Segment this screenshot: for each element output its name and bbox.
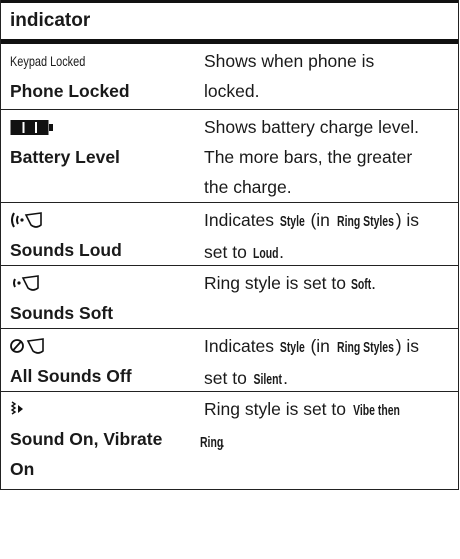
- indicator-cell: Battery Level: [1, 110, 186, 202]
- desc-keyword: Soft: [350, 277, 372, 293]
- desc-text: Indicates: [204, 336, 279, 356]
- description-line: locked.: [204, 81, 260, 101]
- battery-icon: [10, 119, 54, 136]
- desc-text: ) is: [395, 336, 420, 356]
- ring-soft-icon: [10, 273, 46, 293]
- description-cell: Ring style is set to Soft.: [186, 266, 458, 328]
- indicator-name: Sounds Loud: [10, 240, 122, 260]
- desc-text: .: [283, 368, 289, 388]
- table-row: Sound On, Vibrate On Ring style is set t…: [1, 392, 458, 489]
- indicator-cell: Sounds Soft: [1, 266, 186, 328]
- indicator-cell: Sounds Loud: [1, 203, 186, 265]
- desc-text: ) is: [395, 210, 420, 230]
- description-line: Shows when phone is: [204, 51, 375, 71]
- desc-keyword: Style: [279, 214, 305, 230]
- indicator-name: All Sounds Off: [10, 366, 132, 386]
- description-cell: Shows battery charge level. The more bar…: [186, 110, 458, 202]
- ring-off-icon: [10, 336, 48, 356]
- description-cell: Shows when phone is locked.: [186, 44, 458, 109]
- desc-text: Ring style is set to: [204, 273, 351, 293]
- indicator-cell: Sound On, Vibrate On: [1, 392, 186, 489]
- indicator-name: Phone Locked: [10, 81, 130, 101]
- desc-text: set to: [204, 242, 252, 262]
- indicator-name: Battery Level: [10, 147, 120, 167]
- description-cell: Ring style is set to Vibe then Ring.: [186, 392, 458, 489]
- desc-keyword: Loud: [252, 246, 279, 262]
- indicator-table: indicator Keypad Locked Phone Locked Sho…: [0, 0, 459, 490]
- desc-text: (in: [305, 336, 335, 356]
- desc-text: Ring style is set to: [204, 399, 351, 419]
- description-line: the charge.: [204, 177, 292, 197]
- desc-keyword: Silent: [253, 372, 282, 388]
- desc-text: .: [279, 242, 284, 262]
- desc-keyword: Ring Styles: [336, 214, 394, 230]
- table-row: Keypad Locked Phone Locked Shows when ph…: [1, 44, 458, 110]
- desc-keyword: Style: [279, 340, 305, 356]
- description-cell: Indicates Style (in Ring Styles) is set …: [186, 203, 458, 265]
- indicator-name: Sounds Soft: [10, 303, 114, 323]
- desc-keyword: Ring Styles: [336, 340, 394, 356]
- indicator-cell: All Sounds Off: [1, 329, 186, 391]
- ring-loud-icon: [10, 210, 46, 230]
- keypad-locked-label: Keypad Locked: [10, 53, 86, 69]
- description-line: Shows battery charge level.: [204, 117, 419, 137]
- vibrate-then-ring-icon: [10, 399, 30, 419]
- indicator-name: On: [10, 459, 35, 479]
- description-cell: Indicates Style (in Ring Styles) is set …: [186, 329, 458, 391]
- desc-text: set to: [204, 368, 252, 388]
- desc-keyword: Ring: [200, 435, 224, 451]
- table-row: All Sounds Off Indicates Style (in Ring …: [1, 329, 458, 392]
- desc-text: Indicates: [204, 210, 279, 230]
- table-row: Sounds Soft Ring style is set to Soft.: [1, 266, 458, 329]
- header-title: indicator: [10, 10, 91, 31]
- indicator-cell: Keypad Locked Phone Locked: [1, 44, 186, 109]
- table-row: Battery Level Shows battery charge level…: [1, 110, 458, 203]
- desc-text: .: [371, 273, 376, 293]
- desc-text: (in: [305, 210, 335, 230]
- indicator-name: Sound On, Vibrate: [10, 429, 163, 449]
- desc-keyword: Vibe then: [352, 403, 400, 419]
- table-header: indicator: [1, 0, 458, 44]
- description-line: The more bars, the greater: [204, 147, 413, 167]
- table-row: Sounds Loud Indicates Style (in Ring Sty…: [1, 203, 458, 266]
